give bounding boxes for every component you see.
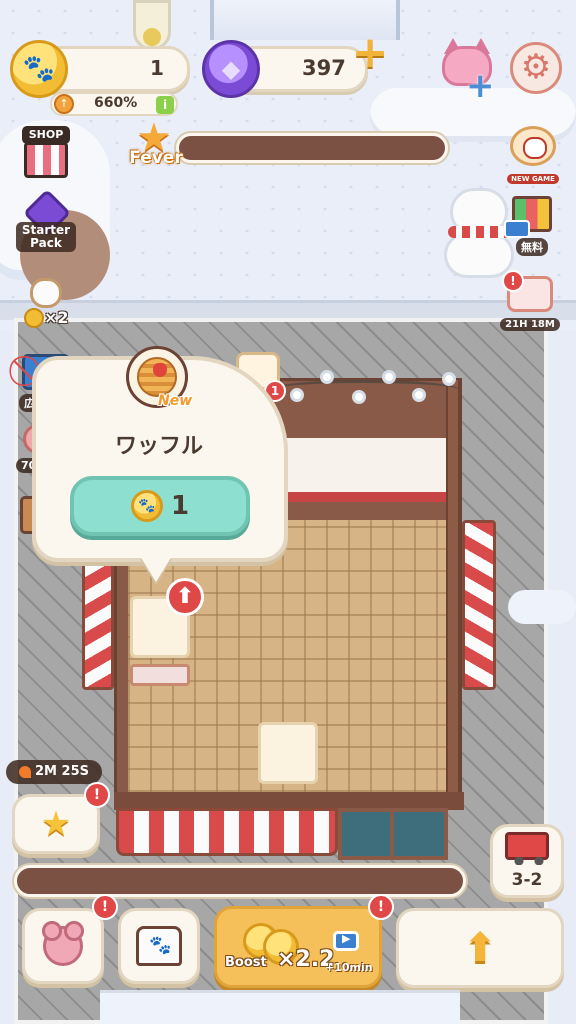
new-game-label: NEW GAME [507, 174, 559, 184]
fever-progress-bar [176, 133, 448, 163]
video-icon [504, 220, 530, 238]
shop-button[interactable]: SHOP [20, 126, 72, 182]
multiplier-label: ×2 [44, 308, 69, 327]
boost-label: Boost [225, 955, 267, 970]
fever-badge: ★ Fever [124, 118, 186, 174]
plus-icon: + [466, 66, 495, 106]
snowman-scarf [448, 226, 512, 238]
free-gift-button[interactable]: 無料 [504, 196, 560, 262]
light-bulb [290, 388, 304, 402]
front-window [338, 808, 448, 860]
light-bulb [320, 370, 334, 384]
boost-alert-badge: ! [368, 894, 394, 920]
event-timer: 21H 18M [500, 318, 560, 331]
coin-icon [24, 308, 44, 328]
free-label: 無料 [516, 238, 548, 256]
item-name: ワッフル [114, 434, 203, 459]
lamp-glow [143, 28, 161, 46]
shop-pole [446, 378, 460, 808]
light-bulb [412, 388, 426, 402]
empty-table[interactable] [258, 722, 318, 784]
side-awning-left [82, 560, 114, 690]
up-arrow-icon[interactable]: ⬆ [396, 908, 564, 988]
side-awning-right [462, 520, 496, 690]
shirt-icon [136, 926, 182, 966]
add-gems-button[interactable]: + [350, 31, 390, 75]
table-base [130, 664, 190, 686]
small-cloud [508, 590, 576, 624]
earn-rate: 660% [94, 95, 138, 111]
cat-icon [30, 278, 62, 308]
rate-boost-icon: ↑ [54, 94, 74, 114]
cat-plus-icon[interactable]: + [440, 38, 495, 106]
light-bulb [382, 370, 396, 384]
paw-coin-icon: 🐾 [10, 40, 68, 98]
boost-button[interactable]: Boost ×2.2 +10min [214, 906, 382, 988]
toy-alert-badge: ! [92, 894, 118, 920]
coin-amount: 1 [150, 56, 164, 80]
starter-pack-label: Starter Pack [16, 222, 76, 252]
waffle-image [137, 357, 177, 397]
delivery-button[interactable]: 3-2 [490, 824, 564, 898]
street-strip [100, 990, 460, 1024]
star-alert-badge: ! [84, 782, 110, 808]
boost-duration: +10min [325, 961, 373, 974]
new-tag: New [158, 393, 193, 409]
popup-tail [140, 556, 172, 582]
boost-timer-text: 2M 25S [35, 764, 89, 779]
carrot-icon [19, 765, 32, 778]
event-alert-badge: ! [502, 270, 524, 292]
buy-item-button[interactable]: 🐾 1 [70, 476, 250, 536]
coin-icon: 🐾 [130, 490, 163, 522]
info-icon[interactable]: i [156, 96, 174, 114]
boost-timer: 2M 25S [6, 760, 102, 784]
teddy-bear-icon [42, 921, 84, 966]
shop-label: SHOP [22, 126, 70, 144]
shop-store-icon [24, 142, 68, 178]
cat-multiplier-button[interactable]: ×2 [18, 276, 74, 332]
light-bulb [442, 372, 456, 386]
gem-amount: 397 [302, 56, 346, 80]
gem-icon: ◆ [202, 40, 260, 98]
truck-icon [505, 832, 549, 865]
light-bulb [352, 390, 366, 404]
outfit-button[interactable] [118, 908, 200, 984]
toy-button[interactable] [22, 908, 104, 984]
upgrade-arrow-icon[interactable]: ⬆ [166, 578, 204, 616]
front-awning [116, 808, 338, 856]
new-game-button[interactable]: NEW GAME [502, 126, 564, 184]
stage-label: 3-2 [511, 870, 543, 890]
fever-label: Fever [129, 148, 183, 168]
gear-icon[interactable]: ⚙ [510, 42, 562, 94]
starter-pack-button[interactable]: Starter Pack [16, 188, 76, 256]
fence [0, 300, 576, 320]
new-game-cat-icon [510, 126, 556, 166]
stage-progress-bar [14, 865, 466, 897]
item-price: 1 [170, 491, 190, 521]
video-icon [333, 931, 359, 951]
